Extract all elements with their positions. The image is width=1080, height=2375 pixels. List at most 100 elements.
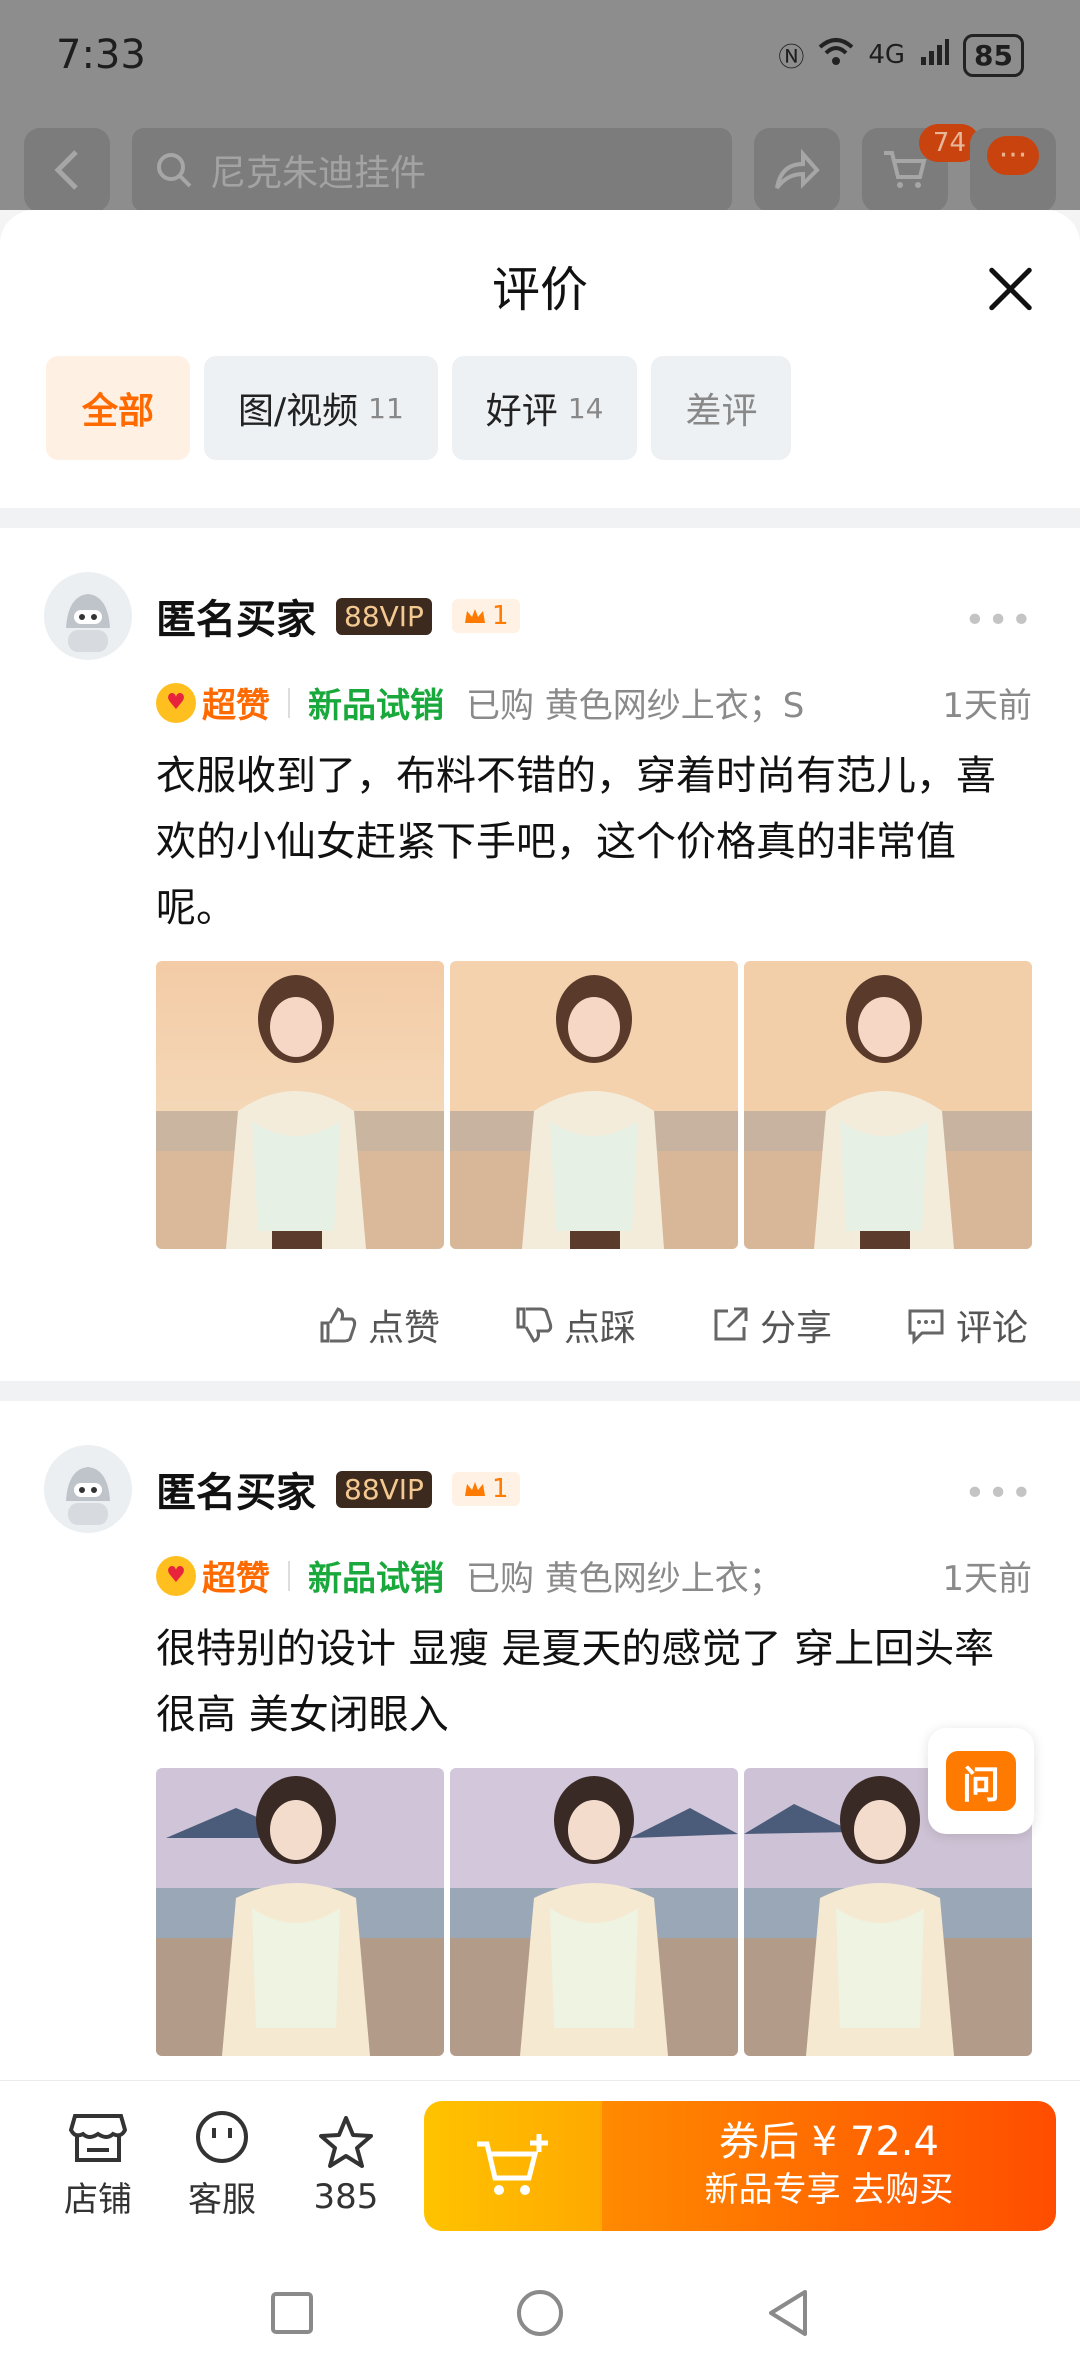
tab-count: 14: [567, 391, 604, 425]
review-actions: 点赞 点踩 分享 评论: [44, 1299, 1032, 1351]
username: 匿名买家: [156, 597, 316, 643]
sheet-title: 评价: [491, 262, 588, 318]
tab-positive[interactable]: 好评 14: [451, 356, 638, 460]
add-cart-icon: [477, 2133, 548, 2195]
tab-label: 全部: [82, 391, 155, 432]
review-meta: ♥ 超赞 新品试销 已购 黄色网纱上衣； 1天前: [156, 1551, 1032, 1600]
comment-button[interactable]: 评论: [906, 1299, 1028, 1351]
tab-label: 图/视频: [238, 391, 359, 432]
heart-eyes-icon: ♥: [156, 682, 196, 723]
review-card: 匿名买家 88VIP 1 ••• ♥ 超赞 新品试销 已购 黄色网纱上衣； 1天…: [0, 1401, 1080, 2080]
store-label: 店铺: [64, 2180, 132, 2220]
home-icon[interactable]: [515, 2288, 565, 2338]
bottom-action-bar: 店铺 客服 385 券后 ¥ 72.4 新品专享 去购买: [0, 2080, 1080, 2250]
avatar[interactable]: [44, 572, 132, 660]
photo-row: [156, 1768, 1032, 2056]
favorite-button[interactable]: 385: [284, 2115, 408, 2217]
review-photo[interactable]: [744, 961, 1032, 1249]
review-photo[interactable]: [156, 1768, 444, 2056]
more-options-icon[interactable]: •••: [964, 600, 1034, 641]
buy-now-button[interactable]: 券后 ¥ 72.4 新品专享 去购买: [602, 2100, 1056, 2231]
review-meta: ♥ 超赞 新品试销 已购 黄色网纱上衣；S 1天前: [156, 678, 1032, 727]
review-card: 匿名买家 88VIP 1 ••• ♥ 超赞 新品试销 已购 黄色网纱上衣；S 1…: [0, 528, 1080, 1381]
add-to-cart-button[interactable]: [424, 2100, 602, 2231]
ask-icon: 问: [946, 1751, 1016, 1811]
thumbs-down-icon: [516, 1307, 553, 1343]
store-button[interactable]: 店铺: [36, 2110, 160, 2221]
chevron-left-icon: [54, 150, 78, 190]
review-photo[interactable]: [450, 961, 738, 1249]
share-review-button[interactable]: 分享: [710, 1299, 832, 1351]
review-sheet: 评价 全部 图/视频 11 好评 14 差评 匿名买家 88VIP 1 ••• …: [0, 210, 1080, 2080]
crown-icon: [464, 1482, 485, 1496]
ask-button[interactable]: 问: [928, 1728, 1034, 1834]
sheet-header: 评价: [0, 234, 1080, 336]
vip-badge: 88VIP: [336, 597, 432, 635]
comment-icon: [908, 1309, 944, 1345]
customer-service-button[interactable]: 客服: [160, 2110, 284, 2221]
more-options-icon[interactable]: •••: [964, 1473, 1034, 1514]
trial-tag: 新品试销: [308, 686, 444, 726]
buy-label: 新品专享 去购买: [704, 2169, 954, 2210]
cart-icon: [884, 151, 927, 188]
buy-button[interactable]: 券后 ¥ 72.4 新品专享 去购买: [424, 2100, 1056, 2231]
purchased-variant: 已购 黄色网纱上衣；: [466, 1559, 783, 1599]
review-time: 1天前: [942, 686, 1032, 726]
search-placeholder: 尼克朱迪挂件: [210, 153, 427, 194]
tab-label: 差评: [685, 391, 758, 432]
signal-icon: [919, 37, 950, 74]
tab-negative[interactable]: 差评: [651, 356, 792, 460]
rating-badge: 超赞: [202, 1559, 270, 1599]
cart-button[interactable]: 74: [862, 124, 980, 212]
avatar[interactable]: [44, 1445, 132, 1533]
share-icon: [714, 1307, 748, 1341]
rating-badge: 超赞: [202, 686, 270, 726]
battery-icon: 85: [963, 33, 1024, 77]
share-button[interactable]: [754, 128, 840, 212]
anonymous-avatar-icon: [44, 1445, 132, 1533]
anonymous-avatar-icon: [44, 572, 132, 660]
recents-icon[interactable]: [269, 2290, 315, 2336]
review-photo[interactable]: [450, 1768, 738, 2056]
review-time: 1天前: [942, 1559, 1032, 1599]
thumbs-up-icon: [320, 1307, 357, 1343]
system-nav-bar: [0, 2250, 1080, 2375]
more-dots-icon: ···: [986, 136, 1040, 175]
username: 匿名买家: [156, 1470, 316, 1516]
close-icon[interactable]: [986, 264, 1034, 312]
wifi-icon: [818, 37, 854, 74]
star-icon: [319, 2115, 373, 2168]
tab-all[interactable]: 全部: [46, 356, 191, 460]
level-badge: 1: [451, 1472, 521, 1506]
signal-label: 4G: [868, 40, 906, 70]
like-button[interactable]: 点赞: [318, 1299, 440, 1351]
vip-badge: 88VIP: [336, 1470, 432, 1508]
level-badge: 1: [451, 599, 521, 633]
share-arrow-icon: [775, 148, 820, 190]
level-value: 1: [491, 601, 509, 631]
photo-row: [156, 961, 1032, 1249]
level-value: 1: [491, 1474, 509, 1504]
more-button[interactable]: ···: [970, 128, 1056, 212]
review-header: 匿名买家 88VIP 1: [44, 572, 1032, 660]
service-face-icon: [196, 2111, 248, 2163]
nfc-icon: Ⓝ: [778, 42, 805, 73]
review-photo[interactable]: [156, 961, 444, 1249]
share-label: 分享: [759, 1308, 832, 1349]
divider: [0, 1381, 1080, 1401]
crown-icon: [464, 609, 485, 623]
search-input[interactable]: 尼克朱迪挂件: [132, 128, 732, 212]
status-bar: 7:33 Ⓝ 4G 85: [0, 0, 1080, 110]
search-icon: [157, 153, 192, 188]
purchased-variant: 已购 黄色网纱上衣；S: [466, 686, 805, 726]
back-button[interactable]: [24, 128, 110, 212]
dislike-button[interactable]: 点踩: [514, 1299, 636, 1351]
service-label: 客服: [188, 2180, 256, 2220]
review-text: 衣服收到了，布料不错的，穿着时尚有范儿，喜欢的小仙女赶紧下手吧，这个价格真的非常…: [156, 753, 996, 931]
favorite-count: 385: [313, 2176, 379, 2217]
heart-eyes-icon: ♥: [156, 1555, 196, 1596]
back-nav-icon[interactable]: [765, 2288, 811, 2338]
product-top-bar: 尼克朱迪挂件 74 ···: [24, 124, 1056, 212]
tab-photo-video[interactable]: 图/视频 11: [204, 356, 438, 460]
